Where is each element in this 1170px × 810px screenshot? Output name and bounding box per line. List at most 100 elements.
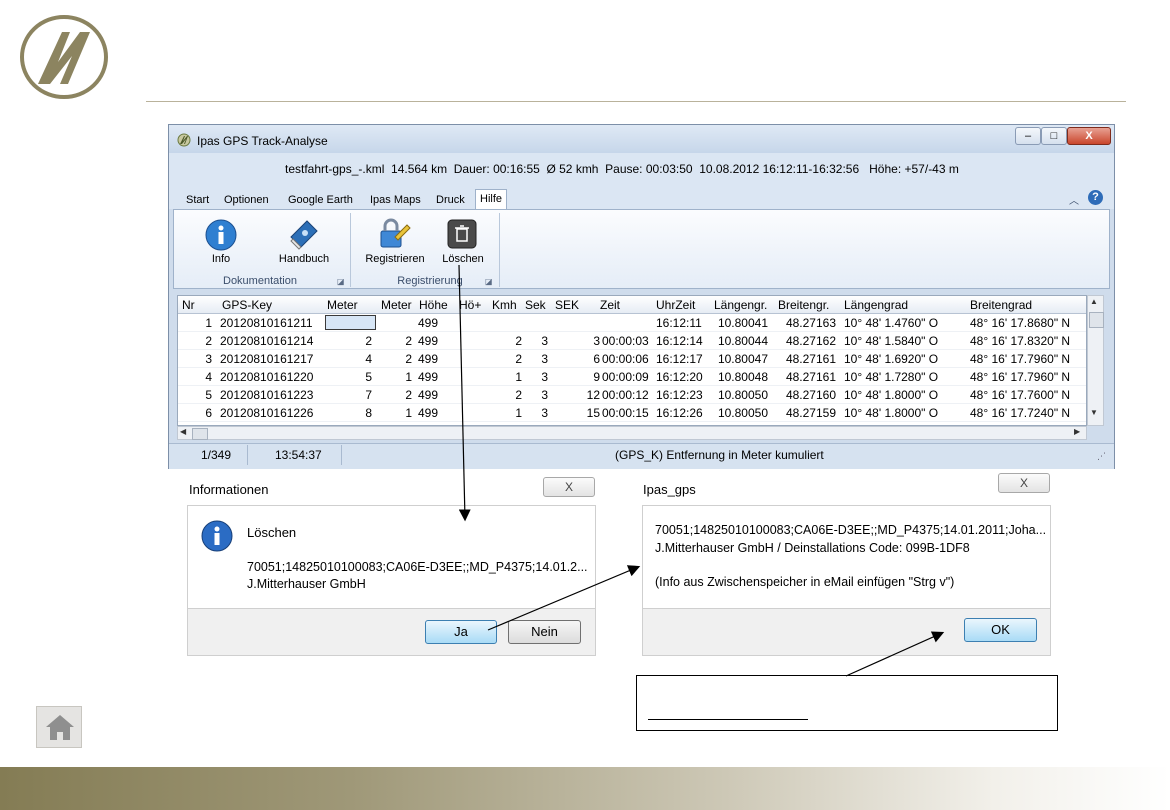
table-cell[interactable]: 48.27162: [774, 334, 836, 348]
table-row[interactable]: 4 20120810161220 5 1 499 1 3 9 00:00:09 16:12:20 1…: [178, 368, 1086, 386]
table-cell[interactable]: 48° 16' 17.7240" N: [970, 406, 1086, 420]
table-cell[interactable]: 20120810161223: [220, 388, 320, 402]
table-cell[interactable]: 10.80050: [712, 388, 768, 402]
table-cell[interactable]: 20120810161220: [220, 370, 320, 384]
table-cell[interactable]: 3: [524, 334, 548, 348]
tab-hilfe[interactable]: Hilfe: [475, 189, 508, 210]
dialog-close-button[interactable]: X: [543, 477, 595, 497]
table-cell[interactable]: 2: [484, 334, 522, 348]
column-header[interactable]: Meter: [381, 298, 412, 312]
table-cell[interactable]: 10° 48' 1.6920" O: [844, 352, 968, 366]
scroll-up-icon[interactable]: ▲: [1090, 297, 1098, 306]
table-cell[interactable]: 20120810161226: [220, 406, 320, 420]
table-cell[interactable]: 48° 16' 17.8320" N: [970, 334, 1086, 348]
no-button[interactable]: Nein: [508, 620, 581, 644]
table-cell[interactable]: 2: [376, 352, 412, 366]
table-cell[interactable]: 6: [182, 406, 212, 420]
table-cell[interactable]: 48° 16' 17.7600" N: [970, 388, 1086, 402]
table-cell[interactable]: 16:12:11: [656, 316, 712, 330]
table-row[interactable]: 6 20120810161226 8 1 499 1 3 15 00:00:15 16:12:26…: [178, 404, 1086, 422]
column-header[interactable]: SEK: [555, 298, 579, 312]
horizontal-scrollbar[interactable]: ◀ ▶: [177, 426, 1087, 440]
table-cell[interactable]: 3: [550, 334, 600, 348]
ok-button[interactable]: OK: [964, 618, 1037, 642]
table-cell[interactable]: 2: [376, 388, 412, 402]
table-cell[interactable]: 2: [484, 388, 522, 402]
selected-cell[interactable]: [325, 315, 376, 330]
table-cell[interactable]: 16:12:14: [656, 334, 712, 348]
close-button[interactable]: X: [1067, 127, 1111, 145]
table-cell[interactable]: 48.27163: [774, 316, 836, 330]
table-cell[interactable]: 6: [550, 352, 600, 366]
tab-google-earth[interactable]: Google Earth: [284, 191, 357, 209]
table-cell[interactable]: 48.27161: [774, 370, 836, 384]
home-button[interactable]: [36, 706, 82, 748]
column-header[interactable]: Zeit: [600, 298, 620, 312]
column-header[interactable]: Kmh: [492, 298, 517, 312]
table-cell[interactable]: 10° 48' 1.4760" O: [844, 316, 968, 330]
table-cell[interactable]: 00:00:06: [602, 352, 652, 366]
info-icon[interactable]: [205, 219, 237, 251]
table-cell[interactable]: 4: [328, 352, 372, 366]
group-launcher-icon[interactable]: ◪: [485, 277, 493, 286]
track-data-grid[interactable]: Nr GPS-Key Meter Meter Höhe Hö+ Kmh Sek …: [177, 295, 1087, 426]
table-cell[interactable]: 48° 16' 17.7960" N: [970, 352, 1086, 366]
table-row[interactable]: 1 20120810161211 499 16:12:11 10.80041 48.271…: [178, 314, 1086, 332]
table-cell[interactable]: 8: [328, 406, 372, 420]
table-cell[interactable]: 00:00:12: [602, 388, 652, 402]
table-cell[interactable]: 1: [376, 406, 412, 420]
maximize-button[interactable]: □: [1041, 127, 1067, 145]
table-cell[interactable]: 10° 48' 1.5840" O: [844, 334, 968, 348]
help-icon[interactable]: ?: [1088, 190, 1103, 205]
table-cell[interactable]: 48.27159: [774, 406, 836, 420]
table-cell[interactable]: 20120810161214: [220, 334, 320, 348]
table-cell[interactable]: 3: [182, 352, 212, 366]
table-cell[interactable]: 10° 48' 1.8000" O: [844, 388, 968, 402]
table-cell[interactable]: 48.27160: [774, 388, 836, 402]
column-header[interactable]: UhrZeit: [656, 298, 695, 312]
table-cell[interactable]: 10.80048: [712, 370, 768, 384]
table-cell[interactable]: 00:00:03: [602, 334, 652, 348]
table-cell[interactable]: 2: [376, 334, 412, 348]
scroll-thumb[interactable]: [1089, 312, 1104, 328]
table-cell[interactable]: 00:00:09: [602, 370, 652, 384]
table-cell[interactable]: 10.80044: [712, 334, 768, 348]
table-cell[interactable]: 16:12:23: [656, 388, 712, 402]
handbook-icon[interactable]: [287, 217, 321, 251]
table-cell[interactable]: 48.27161: [774, 352, 836, 366]
table-cell[interactable]: 2: [484, 352, 522, 366]
table-cell[interactable]: 4: [182, 370, 212, 384]
loeschen-button-label[interactable]: Löschen: [435, 253, 491, 265]
table-cell[interactable]: 16:12:20: [656, 370, 712, 384]
column-header[interactable]: Höhe: [419, 298, 448, 312]
column-header[interactable]: Hö+: [459, 298, 481, 312]
table-cell[interactable]: 3: [524, 370, 548, 384]
group-launcher-icon[interactable]: ◪: [337, 277, 345, 286]
column-header[interactable]: Sek: [525, 298, 546, 312]
minimize-button[interactable]: –: [1015, 127, 1041, 145]
table-cell[interactable]: 1: [182, 316, 212, 330]
table-cell[interactable]: 20120810161217: [220, 352, 320, 366]
table-cell[interactable]: 499: [418, 370, 452, 384]
table-cell[interactable]: 3: [524, 406, 548, 420]
collapse-ribbon-icon[interactable]: ︿: [1069, 192, 1079, 207]
table-cell[interactable]: 7: [328, 388, 372, 402]
table-cell[interactable]: 499: [418, 334, 452, 348]
table-cell[interactable]: 16:12:26: [656, 406, 712, 420]
table-row[interactable]: 5 20120810161223 7 2 499 2 3 12 00:00:12 16:12:23…: [178, 386, 1086, 404]
resize-grip-icon[interactable]: ⋰: [1097, 451, 1106, 462]
table-cell[interactable]: 10.80050: [712, 406, 768, 420]
vertical-scrollbar[interactable]: ▲ ▼: [1087, 295, 1104, 426]
table-cell[interactable]: 12: [550, 388, 600, 402]
trash-icon[interactable]: [447, 219, 477, 249]
column-header[interactable]: Längengr.: [714, 298, 767, 312]
table-cell[interactable]: 499: [418, 406, 452, 420]
registrieren-button-label[interactable]: Registrieren: [359, 253, 431, 265]
register-icon[interactable]: [377, 217, 411, 251]
column-header[interactable]: Breitengr.: [778, 298, 829, 312]
table-cell[interactable]: 2: [182, 334, 212, 348]
table-cell[interactable]: 499: [418, 388, 452, 402]
yes-button[interactable]: Ja: [425, 620, 497, 644]
table-cell[interactable]: 15: [550, 406, 600, 420]
table-cell[interactable]: 3: [524, 352, 548, 366]
